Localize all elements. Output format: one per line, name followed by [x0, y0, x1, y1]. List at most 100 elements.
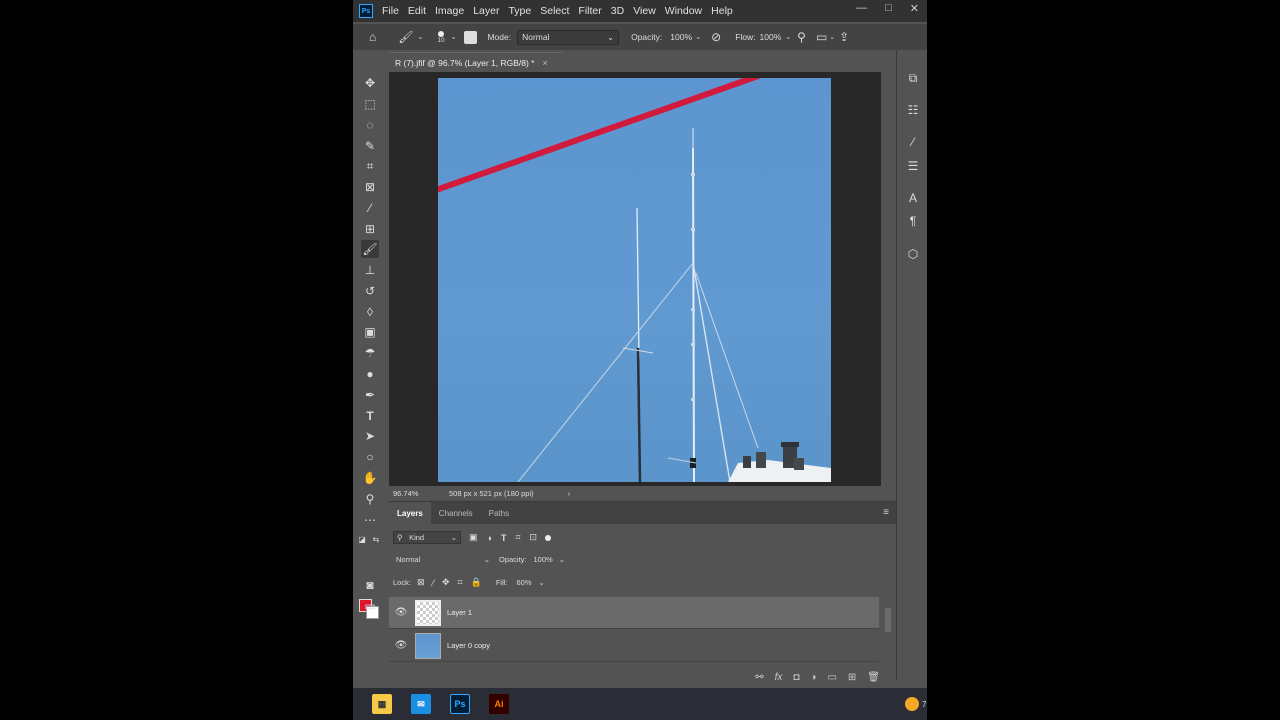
clone-stamp-tool-icon[interactable]: ⊥ [361, 261, 379, 279]
quick-mask-icon[interactable]: ◙ [361, 576, 379, 594]
brush-tool-icon[interactable]: 🖌 [361, 240, 379, 258]
path-select-tool-icon[interactable]: ➤ [361, 427, 379, 445]
close-icon[interactable]: × [542, 58, 547, 68]
chevron-down-icon[interactable]: ⌄ [785, 33, 791, 41]
smoothing-icon[interactable]: ▭ [816, 30, 827, 44]
adjustment-layer-icon[interactable]: ◑ [810, 672, 816, 683]
dodge-tool-icon[interactable]: ● [361, 365, 379, 383]
filter-type-icon[interactable]: T [501, 533, 507, 543]
menu-layer[interactable]: Layer [473, 5, 499, 17]
filter-adjustment-icon[interactable]: ◑ [487, 533, 492, 543]
illustrator-taskbar-icon[interactable]: Ai [489, 694, 509, 714]
blend-mode-select[interactable]: Normal ⌄ [393, 554, 493, 565]
chevron-right-icon[interactable]: › [568, 489, 571, 498]
healing-brush-tool-icon[interactable]: ⊞ [361, 220, 379, 238]
chevron-down-icon[interactable]: ⌄ [695, 33, 701, 41]
brushes-icon[interactable]: ⁄ [905, 134, 921, 150]
canvas-area[interactable] [389, 72, 881, 486]
layer-name[interactable]: Layer 0 copy [447, 641, 490, 650]
gradient-tool-icon[interactable]: ▣ [361, 323, 379, 341]
menu-image[interactable]: Image [435, 5, 464, 17]
pressure-opacity-icon[interactable]: ⊘ [711, 30, 721, 44]
lock-position-icon[interactable]: ✥ [442, 577, 450, 588]
layer-row-layer-1[interactable]: 👁 Layer 1 [389, 597, 879, 629]
brush-settings-icon[interactable] [464, 30, 478, 44]
more-tools-icon[interactable]: ⋯ [361, 511, 379, 529]
marquee-tool-icon[interactable]: ⬚ [361, 95, 379, 113]
quick-select-tool-icon[interactable]: ✎ [361, 137, 379, 155]
fill-field[interactable]: 60% ⌄ [514, 577, 548, 588]
menu-window[interactable]: Window [665, 5, 702, 17]
zoom-level[interactable]: 96.74% [393, 489, 445, 498]
swap-colors-icon[interactable]: ⇆ [371, 530, 381, 548]
brush-preset-icon[interactable]: 🖌 [398, 30, 413, 44]
type-tool-icon[interactable]: T [361, 407, 379, 425]
menu-select[interactable]: Select [540, 5, 569, 17]
libraries-icon[interactable]: ☷ [905, 102, 921, 118]
filter-smart-object-icon[interactable]: ⊡ [530, 532, 538, 543]
menu-type[interactable]: Type [508, 5, 531, 17]
delete-layer-icon[interactable]: 🗑 [867, 672, 880, 683]
move-tool-icon[interactable]: ✥ [361, 74, 379, 92]
menu-filter[interactable]: Filter [578, 5, 601, 17]
menu-file[interactable]: File [382, 5, 399, 17]
add-mask-icon[interactable]: ◘ [793, 672, 799, 683]
tab-layers[interactable]: Layers [389, 502, 431, 524]
tray-orange-icon[interactable] [905, 697, 919, 711]
mail-icon[interactable]: ✉ [411, 694, 431, 714]
3d-icon[interactable]: ⬡ [905, 246, 921, 262]
maximize-button[interactable]: □ [885, 2, 892, 15]
tab-channels[interactable]: Channels [431, 502, 481, 524]
new-layer-icon[interactable]: ⊞ [848, 672, 856, 683]
link-layers-icon[interactable]: ⚯ [755, 672, 763, 683]
history-brush-tool-icon[interactable]: ↺ [361, 282, 379, 300]
visibility-eye-icon[interactable]: 👁 [389, 640, 413, 651]
filter-toggle-icon[interactable] [545, 534, 552, 541]
document-image[interactable] [438, 78, 831, 482]
minimize-button[interactable]: — [856, 2, 867, 15]
ellipse-tool-icon[interactable]: ○ [361, 448, 379, 466]
photoshop-taskbar-icon[interactable]: Ps [450, 694, 470, 714]
fx-icon[interactable]: fx [775, 672, 783, 683]
crop-tool-icon[interactable]: ⌗ [361, 157, 379, 175]
eraser-tool-icon[interactable]: ◊ [361, 303, 379, 321]
brush-size-picker[interactable]: 10 [437, 30, 445, 44]
visibility-eye-icon[interactable]: 👁 [389, 607, 413, 618]
zoom-tool-icon[interactable]: ⚲ [361, 490, 379, 508]
lock-artboard-icon[interactable]: ⌗ [458, 577, 463, 588]
airbrush-icon[interactable]: ⚲ [797, 30, 806, 44]
layer-filter-select[interactable]: ⚲ Kind ⌄ [393, 531, 461, 544]
hand-tool-icon[interactable]: ✋ [361, 469, 379, 487]
filter-shape-icon[interactable]: ⌗ [515, 532, 520, 543]
file-explorer-icon[interactable]: ▦ [372, 694, 392, 714]
blur-tool-icon[interactable]: ☂ [361, 344, 379, 362]
default-colors-icon[interactable]: ◪ [357, 530, 367, 548]
menu-3d[interactable]: 3D [611, 5, 624, 17]
character-icon[interactable]: A [905, 190, 921, 206]
menu-edit[interactable]: Edit [408, 5, 426, 17]
filter-pixel-icon[interactable]: ▣ [469, 532, 478, 543]
screen-mode-icon[interactable]: ▭ [361, 597, 379, 615]
pen-tool-icon[interactable]: ✒ [361, 386, 379, 404]
chevron-down-icon[interactable]: ⌄ [451, 33, 457, 41]
adjustments-icon[interactable]: ☰ [905, 158, 921, 174]
layers-scrollbar[interactable] [884, 598, 892, 658]
history-icon[interactable]: ⧉ [905, 70, 921, 86]
menu-view[interactable]: View [633, 5, 656, 17]
mode-select[interactable]: Normal ⌄ [517, 29, 620, 45]
layer-name[interactable]: Layer 1 [447, 608, 472, 617]
lock-all-icon[interactable]: 🔒 [471, 577, 482, 588]
flow-value[interactable]: 100% [760, 32, 782, 42]
close-button[interactable]: ✕ [910, 2, 919, 15]
layer-row-layer-0-copy[interactable]: 👁 Layer 0 copy [389, 630, 879, 662]
menu-help[interactable]: Help [711, 5, 733, 17]
frame-tool-icon[interactable]: ⊠ [361, 178, 379, 196]
tab-paths[interactable]: Paths [481, 502, 517, 524]
eyedropper-tool-icon[interactable]: ⁄ [361, 199, 379, 217]
layer-opacity-field[interactable]: 100% ⌄ [531, 554, 568, 565]
chevron-down-icon[interactable]: ⌄ [417, 33, 423, 41]
scrollbar-thumb[interactable] [885, 608, 891, 632]
home-icon[interactable]: ⌂ [369, 30, 376, 44]
document-tab[interactable]: R (7).jfif @ 96.7% (Layer 1, RGB/8) * × [389, 52, 563, 72]
lock-transparent-icon[interactable]: ⊠ [417, 577, 425, 588]
